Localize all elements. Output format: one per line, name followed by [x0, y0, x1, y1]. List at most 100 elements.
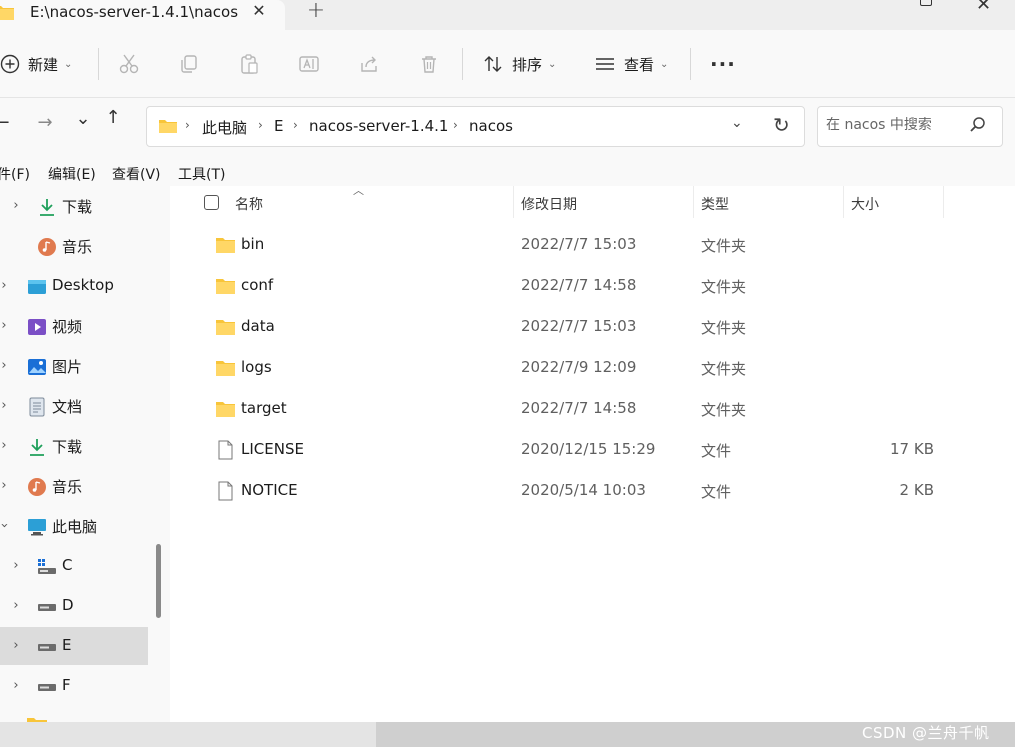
select-all-checkbox[interactable] [204, 195, 219, 210]
desktop-icon [28, 280, 46, 294]
menu-file[interactable]: 件(F) [0, 164, 30, 184]
file-name: LICENSE [241, 440, 304, 458]
sort-button[interactable]: 排序 ⌄ [482, 30, 556, 98]
share-button[interactable] [358, 30, 380, 98]
menu-edit[interactable]: 编辑(E) [48, 164, 96, 184]
clipboard-icon [241, 54, 258, 74]
folder-icon [216, 361, 235, 376]
sidebar-item-label: 此电脑 [52, 518, 98, 536]
refresh-icon[interactable]: ↻ [773, 113, 790, 137]
sidebar-item-pictures[interactable]: › 图片 [0, 347, 148, 385]
sidebar-item-drive-e[interactable]: › E [0, 627, 148, 665]
search-box[interactable] [817, 106, 1003, 147]
folder-icon [216, 402, 235, 417]
column-header-date[interactable]: 修改日期 [521, 194, 577, 214]
column-header-size[interactable]: 大小 [851, 194, 879, 214]
delete-button[interactable] [418, 30, 440, 98]
view-button[interactable]: 查看 ⌄ [594, 30, 668, 98]
chevron-down-icon[interactable]: › [0, 520, 12, 532]
maximize-icon[interactable] [920, 0, 932, 6]
breadcrumb-separator: › [258, 118, 263, 132]
folder-icon [159, 120, 177, 133]
chevron-right-icon[interactable]: › [0, 358, 10, 373]
sidebar-item-videos[interactable]: › 视频 [0, 307, 148, 345]
sidebar-item-music[interactable]: › 音乐 [0, 467, 148, 505]
chevron-down-icon[interactable]: ⌄ [731, 115, 743, 131]
cut-button[interactable] [118, 30, 140, 98]
sidebar-item-label: E [62, 636, 72, 654]
column-divider[interactable] [943, 186, 944, 218]
sidebar-scrollbar[interactable] [156, 544, 161, 618]
chevron-right-icon[interactable]: › [10, 638, 22, 653]
paste-button[interactable] [238, 30, 260, 98]
file-type: 文件夹 [701, 278, 747, 296]
search-icon[interactable] [968, 115, 988, 135]
tab-close-icon[interactable]: ✕ [250, 1, 268, 20]
sidebar-item-downloads[interactable]: › 下载 [0, 187, 148, 225]
sidebar-item-drive-d[interactable]: › D [0, 587, 148, 625]
breadcrumb-nacos[interactable]: nacos [469, 117, 513, 135]
recent-locations-icon[interactable]: ⌄ [71, 108, 95, 129]
trash-icon [422, 56, 436, 73]
search-input[interactable] [826, 117, 966, 133]
music-icon [28, 478, 46, 496]
table-row[interactable]: NOTICE 2020/5/14 10:03 文件 2 KB [170, 471, 1015, 512]
chevron-right-icon[interactable]: › [10, 678, 22, 693]
back-icon[interactable]: ← [0, 112, 14, 133]
video-icon [28, 319, 46, 335]
sidebar-item-music[interactable]: 音乐 [0, 227, 148, 265]
copy-button[interactable] [178, 30, 200, 98]
sidebar-item-label: C [62, 556, 73, 574]
breadcrumb-this-pc[interactable]: 此电脑 [202, 117, 247, 138]
file-type: 文件夹 [701, 401, 747, 419]
rename-icon [299, 56, 319, 72]
sidebar-item-drive-f[interactable]: › F [0, 667, 148, 705]
chevron-right-icon[interactable]: › [0, 398, 10, 413]
sidebar-item-this-pc[interactable]: › 此电脑 [0, 507, 148, 545]
column-header-row: ︿ 名称 修改日期 类型 大小 [170, 184, 1015, 218]
forward-icon[interactable]: → [33, 112, 57, 133]
file-name: NOTICE [241, 481, 298, 499]
table-row[interactable]: bin 2022/7/7 15:03 文件夹 [170, 225, 1015, 266]
watermark: CSDN @兰舟千帆 [862, 724, 990, 742]
sidebar-item-drive-c[interactable]: › C [0, 547, 148, 585]
sidebar-item-documents[interactable]: › 文档 [0, 387, 148, 425]
chevron-right-icon[interactable]: › [10, 598, 22, 613]
tab-current-folder[interactable]: E:\nacos-server-1.4.1\nacos ✕ [0, 0, 285, 30]
chevron-right-icon[interactable]: › [0, 278, 10, 293]
table-row[interactable]: data 2022/7/7 15:03 文件夹 [170, 307, 1015, 348]
chevron-right-icon[interactable]: › [10, 198, 22, 213]
table-row[interactable]: LICENSE 2020/12/15 15:29 文件 17 KB [170, 430, 1015, 471]
sidebar-item-label: 音乐 [52, 478, 83, 496]
column-divider[interactable] [843, 186, 844, 218]
new-tab-icon[interactable]: + [305, 0, 327, 23]
scissors-icon [119, 54, 139, 74]
share-icon [361, 56, 377, 72]
command-bar: 新建 ⌄ 排序 ⌄ 查看 ⌄ ··· [0, 30, 1015, 98]
sidebar-item-desktop[interactable]: › Desktop [0, 267, 148, 305]
column-header-name[interactable]: 名称 [235, 194, 263, 214]
more-button[interactable]: ··· [710, 30, 736, 98]
rename-button[interactable] [298, 30, 320, 98]
window-close-icon[interactable]: ✕ [976, 0, 991, 15]
address-bar[interactable]: › 此电脑 › E › nacos-server-1.4.1 › nacos ⌄… [146, 106, 805, 147]
computer-icon [28, 519, 46, 536]
new-button[interactable]: 新建 ⌄ [0, 30, 72, 98]
breadcrumb-drive-e[interactable]: E [274, 117, 283, 135]
sidebar-item-downloads[interactable]: › 下载 [0, 427, 148, 465]
column-header-type[interactable]: 类型 [701, 194, 729, 214]
table-row[interactable]: logs 2022/7/9 12:09 文件夹 [170, 348, 1015, 389]
chevron-right-icon[interactable]: › [0, 478, 10, 493]
column-divider[interactable] [693, 186, 694, 218]
menu-tools[interactable]: 工具(T) [178, 164, 225, 184]
chevron-right-icon[interactable]: › [0, 318, 10, 333]
chevron-right-icon[interactable]: › [0, 438, 10, 453]
table-row[interactable]: target 2022/7/7 14:58 文件夹 [170, 389, 1015, 430]
breadcrumb-nacos-server[interactable]: nacos-server-1.4.1 [309, 117, 448, 135]
status-strip: CSDN @兰舟千帆 [0, 722, 1015, 747]
menu-view[interactable]: 查看(V) [112, 164, 161, 184]
column-divider[interactable] [513, 186, 514, 218]
chevron-right-icon[interactable]: › [10, 558, 22, 573]
up-icon[interactable]: ↑ [101, 107, 125, 128]
table-row[interactable]: conf 2022/7/7 14:58 文件夹 [170, 266, 1015, 307]
